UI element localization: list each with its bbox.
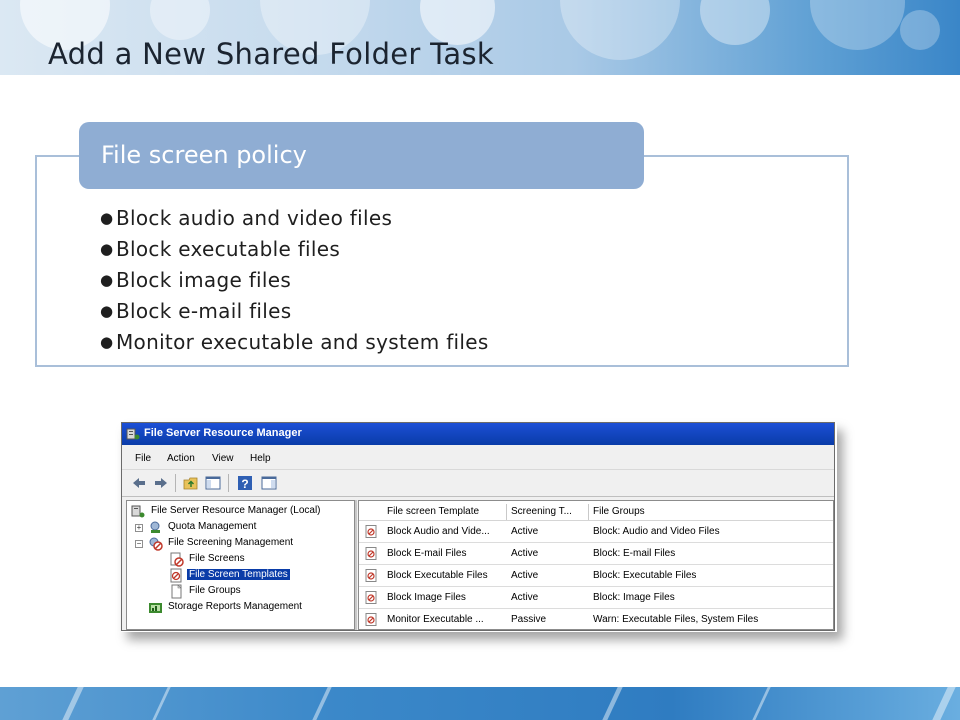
window-title: File Server Resource Manager: [144, 427, 302, 439]
fsrm-window: File Server Resource Manager File Action…: [121, 422, 835, 631]
template-icon: [170, 568, 182, 583]
template-icon: [365, 525, 377, 538]
policy-item: ● Block e-mail files: [100, 296, 489, 327]
bullet-icon: ●: [100, 302, 114, 320]
show-action-pane-icon[interactable]: [260, 474, 278, 492]
bullet-icon: ●: [100, 271, 114, 289]
footer-band: [0, 687, 960, 720]
policy-item: ● Monitor executable and system files: [100, 327, 489, 358]
pane-splitter[interactable]: [355, 500, 357, 630]
menu-view[interactable]: View: [212, 453, 234, 464]
collapse-screening-toggle[interactable]: −: [135, 540, 143, 548]
menu-help[interactable]: Help: [250, 453, 271, 464]
toolbar-separator: [228, 474, 229, 492]
template-icon: [365, 591, 377, 604]
table-row[interactable]: Monitor Executable ... Passive Warn: Exe…: [359, 609, 833, 629]
template-icon: [365, 547, 377, 560]
column-header-file-groups[interactable]: File Groups: [589, 504, 833, 520]
file-screening-icon: [149, 537, 163, 551]
menu-file[interactable]: File: [135, 453, 151, 464]
bullet-icon: ●: [100, 333, 114, 351]
policy-item: ● Block executable files: [100, 234, 489, 265]
forward-arrow-icon[interactable]: [152, 474, 170, 492]
file-screen-icon: [170, 552, 184, 567]
policy-heading: File screen policy: [101, 141, 307, 169]
toolbar-separator: [175, 474, 176, 492]
menu-action[interactable]: Action: [167, 453, 195, 464]
column-header-template[interactable]: File screen Template: [383, 504, 507, 520]
help-icon[interactable]: ?: [236, 474, 254, 492]
storage-reports-icon: [149, 603, 162, 613]
table-row[interactable]: Block Image Files Active Block: Image Fi…: [359, 587, 833, 609]
template-list: File screen Template Screening T... File…: [358, 500, 834, 630]
back-arrow-icon[interactable]: [130, 474, 148, 492]
policy-list: ● Block audio and video files ● Block exec…: [100, 203, 489, 358]
template-icon: [365, 569, 377, 582]
policy-item: ● Block image files: [100, 265, 489, 296]
policy-heading-tab: File screen policy: [79, 122, 644, 189]
bullet-icon: ●: [100, 209, 114, 227]
menu-bar: File Action View Help: [122, 445, 834, 470]
svg-text:?: ?: [241, 477, 248, 491]
file-group-icon: [171, 584, 182, 599]
table-row[interactable]: Block E-mail Files Active Block: E-mail …: [359, 543, 833, 565]
policy-item: ● Block audio and video files: [100, 203, 489, 234]
quota-icon: [150, 521, 160, 533]
server-icon: [131, 505, 145, 518]
show-hide-tree-icon[interactable]: [204, 474, 222, 492]
template-icon: [365, 613, 377, 626]
console-tree: File Server Resource Manager (Local) + Q…: [126, 500, 355, 630]
server-app-icon: [126, 428, 140, 440]
expand-quota-toggle[interactable]: +: [135, 524, 143, 532]
slide-title: Add a New Shared Folder Task: [48, 37, 494, 71]
up-folder-icon[interactable]: [182, 474, 200, 492]
table-row[interactable]: Block Audio and Vide... Active Block: Au…: [359, 521, 833, 543]
toolbar: ?: [122, 470, 834, 497]
window-titlebar[interactable]: File Server Resource Manager: [122, 423, 834, 445]
column-header-screening-type[interactable]: Screening T...: [507, 504, 589, 520]
bullet-icon: ●: [100, 240, 114, 258]
table-row[interactable]: Block Executable Files Active Block: Exe…: [359, 565, 833, 587]
